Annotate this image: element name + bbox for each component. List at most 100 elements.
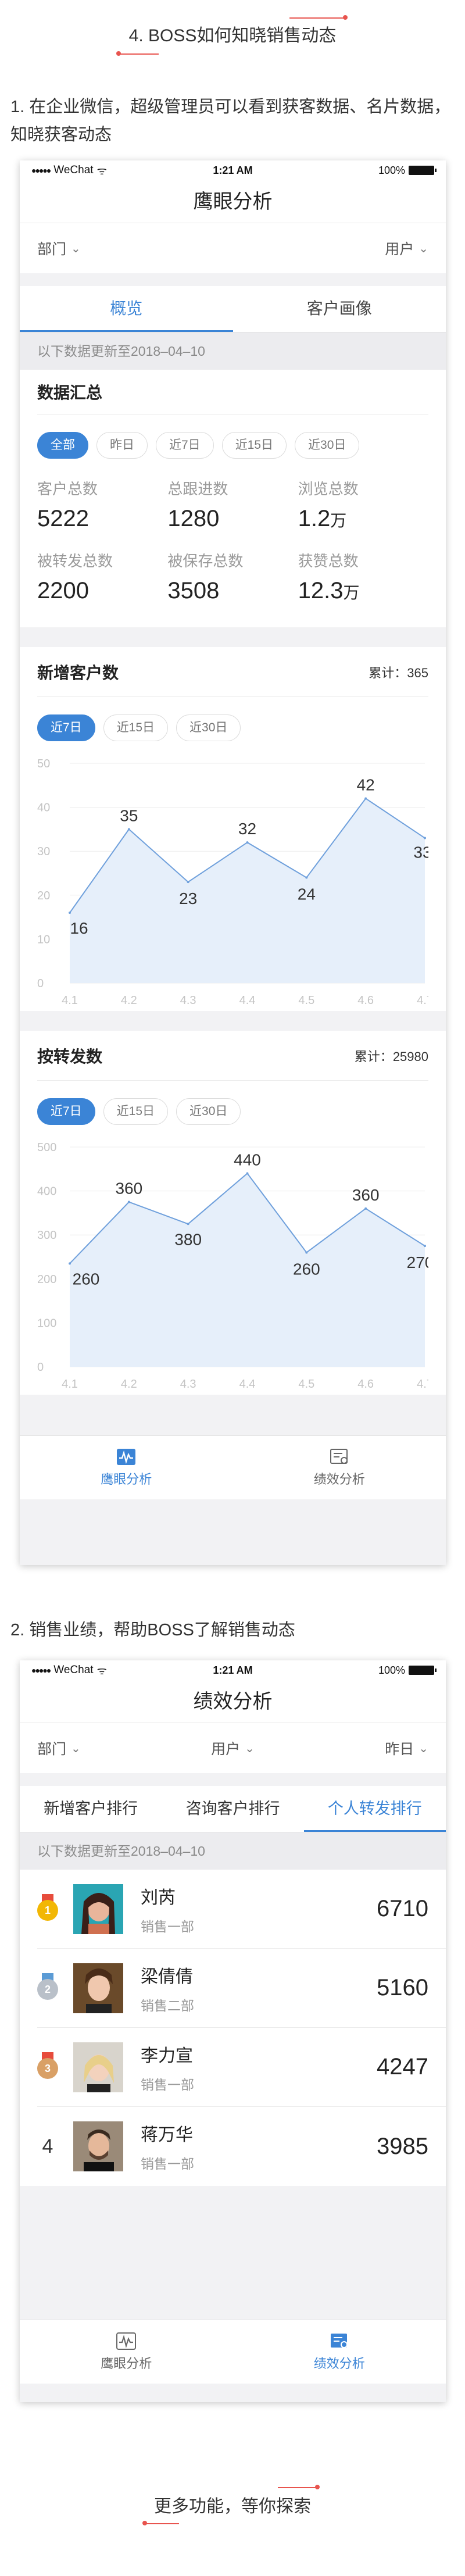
chip-30d[interactable]: 近30日 <box>176 1098 241 1125</box>
nav-label: 绩效分析 <box>313 1471 365 1487</box>
user-filter[interactable]: 用户 ⌄ <box>385 238 428 259</box>
department-filter[interactable]: 部门 ⌄ <box>37 1738 81 1759</box>
stat-label: 被保存总数 <box>167 552 244 570</box>
x-tick-label: 4.1 <box>62 994 78 1007</box>
user-filter-label: 用户 <box>211 1741 241 1757</box>
member-department: 销售一部 <box>141 2156 194 2171</box>
chip-15d[interactable]: 近15日 <box>221 432 287 459</box>
chip-all[interactable]: 全部 <box>37 432 88 459</box>
update-notice: 以下数据更新至2018–04–10 <box>20 333 446 370</box>
tab-bar: 概览 客户画像 <box>20 286 446 333</box>
chip-30d[interactable]: 近30日 <box>176 714 241 741</box>
list-item[interactable]: 4 蒋万华 销售一部 3985 <box>37 2107 446 2186</box>
share-count: 5160 <box>377 1975 428 2000</box>
member-name: 刘芮 <box>141 1888 176 1907</box>
data-point <box>69 912 71 914</box>
title-decoration-top <box>289 17 344 19</box>
department-filter[interactable]: 部门 ⌄ <box>37 238 81 259</box>
stat-customers: 客户总数 5222 <box>37 477 167 532</box>
chip-7d[interactable]: 近7日 <box>37 1098 95 1125</box>
stat-label: 客户总数 <box>37 480 98 498</box>
stat-value: 12.3万 <box>298 578 360 603</box>
nav-eagle-eye[interactable]: 鹰眼分析 <box>20 2320 233 2384</box>
date-filter-label: 昨日 <box>385 1741 414 1757</box>
chip-15d[interactable]: 近15日 <box>103 1098 169 1125</box>
title-decoration-dot-left <box>116 51 121 56</box>
data-label: 440 <box>234 1151 261 1169</box>
footer-text: 更多功能，等你探索 <box>154 2497 311 2516</box>
intro-text-2: 2. 销售业绩，帮助BOSS了解销售动态 <box>10 1621 295 1639</box>
y-tick-label: 10 <box>37 933 50 946</box>
phone-screen-eagle-eye: ●●●●● WeChat ᯤ 1:21 AM 100% 鹰眼分析 部门 ⌄ 用户… <box>20 160 446 1565</box>
x-tick-label: 4.2 <box>121 994 137 1007</box>
data-point <box>364 1207 367 1210</box>
list-item[interactable]: 2 梁倩倩 销售二部 5160 <box>37 1949 446 2028</box>
intro-text-1: 1. 在企业微信，超级管理员可以看到获客数据、名片数据，知晓获客动态 <box>10 98 451 144</box>
page-title: 鹰眼分析 <box>20 180 446 223</box>
data-label: 270 <box>407 1253 428 1271</box>
tab-new-customer-ranking[interactable]: 新增客户排行 <box>20 1786 162 1832</box>
avatar <box>73 1884 123 1934</box>
data-point <box>246 1172 249 1175</box>
x-tick-label: 4.3 <box>180 1378 196 1391</box>
data-point <box>69 1262 71 1265</box>
list-item[interactable]: 3 李力宣 销售一部 4247 <box>37 2028 446 2107</box>
stat-saves: 被保存总数 3508 <box>167 549 298 604</box>
date-filter[interactable]: 昨日 ⌄ <box>385 1738 428 1759</box>
x-tick-label: 4.1 <box>62 1378 78 1391</box>
list-item[interactable]: 1 刘芮 销售一部 6710 <box>37 1870 446 1949</box>
member-name: 蒋万华 <box>141 2125 193 2145</box>
nav-performance[interactable]: 绩效分析 <box>233 1436 446 1499</box>
tab-inquiry-ranking[interactable]: 咨询客户排行 <box>162 1786 303 1832</box>
filter-bar: 部门 ⌄ 用户 ⌄ <box>20 223 446 273</box>
y-tick-label: 50 <box>37 758 50 770</box>
y-tick-label: 0 <box>37 1361 44 1374</box>
member-department: 销售一部 <box>141 1918 194 1934</box>
user-filter[interactable]: 用户 ⌄ <box>211 1738 255 1759</box>
chip-15d[interactable]: 近15日 <box>103 714 169 741</box>
status-bar: ●●●●● WeChat ᯤ 1:21 AM 100% <box>20 160 446 180</box>
bronze-medal-icon: 3 <box>37 2052 58 2082</box>
tab-share-ranking[interactable]: 个人转发排行 <box>303 1786 446 1832</box>
chip-7d[interactable]: 近7日 <box>156 432 214 459</box>
nav-eagle-eye[interactable]: 鹰眼分析 <box>20 1436 233 1499</box>
report-icon <box>330 1448 348 1464</box>
x-tick-label: 4.5 <box>298 1378 314 1391</box>
nav-label: 鹰眼分析 <box>101 2356 152 2371</box>
stat-value: 1280 <box>167 506 220 531</box>
stat-label: 获赞总数 <box>298 552 359 570</box>
new-customers-title: 新增客户数 <box>37 663 119 682</box>
section-title: 4. BOSS如何知晓销售动态 <box>128 26 337 45</box>
avatar <box>73 2042 123 2092</box>
chip-30d[interactable]: 近30日 <box>295 432 360 459</box>
update-notice: 以下数据更新至2018–04–10 <box>20 1832 446 1870</box>
avatar <box>73 2121 123 2171</box>
wave-chart-icon <box>116 2332 137 2350</box>
data-label: 260 <box>293 1260 320 1278</box>
x-tick-label: 4.7 <box>417 1378 428 1391</box>
shares-title: 按转发数 <box>37 1047 103 1066</box>
chip-yesterday[interactable]: 昨日 <box>96 432 148 459</box>
x-tick-label: 4.4 <box>239 1378 256 1391</box>
y-tick-label: 0 <box>37 977 44 990</box>
nav-performance[interactable]: 绩效分析 <box>233 2320 446 2384</box>
data-label: 360 <box>352 1186 380 1204</box>
status-bar: ●●●●● WeChat ᯤ 1:21 AM 100% <box>20 1660 446 1680</box>
footer-decoration-top <box>278 2487 316 2488</box>
share-count: 6710 <box>377 1896 428 1921</box>
rank-number: 4 <box>42 2135 53 2157</box>
data-point <box>127 1201 130 1203</box>
data-point <box>187 881 189 884</box>
share-count: 4247 <box>377 2054 428 2080</box>
bottom-nav: 鹰眼分析 绩效分析 <box>20 1435 446 1499</box>
stat-label: 总跟进数 <box>167 480 228 498</box>
tab-overview[interactable]: 概览 <box>20 286 233 332</box>
new-customers-card: 新增客户数 累计：365 近7日 近15日 近30日 0 10 20 30 40 50 4.… <box>20 647 446 1011</box>
y-tick-label: 500 <box>37 1141 56 1154</box>
member-department: 销售一部 <box>141 2077 194 2092</box>
tab-customer-profile[interactable]: 客户画像 <box>233 286 446 332</box>
shares-chart: 0 100 200 300 400 500 4.1 4.2 4.3 4.4 4.5 4.6 4.7 260… <box>37 1141 428 1391</box>
shares-total: 累计：25980 <box>354 1049 428 1064</box>
x-tick-label: 4.2 <box>121 1378 137 1391</box>
chip-7d[interactable]: 近7日 <box>37 714 95 741</box>
